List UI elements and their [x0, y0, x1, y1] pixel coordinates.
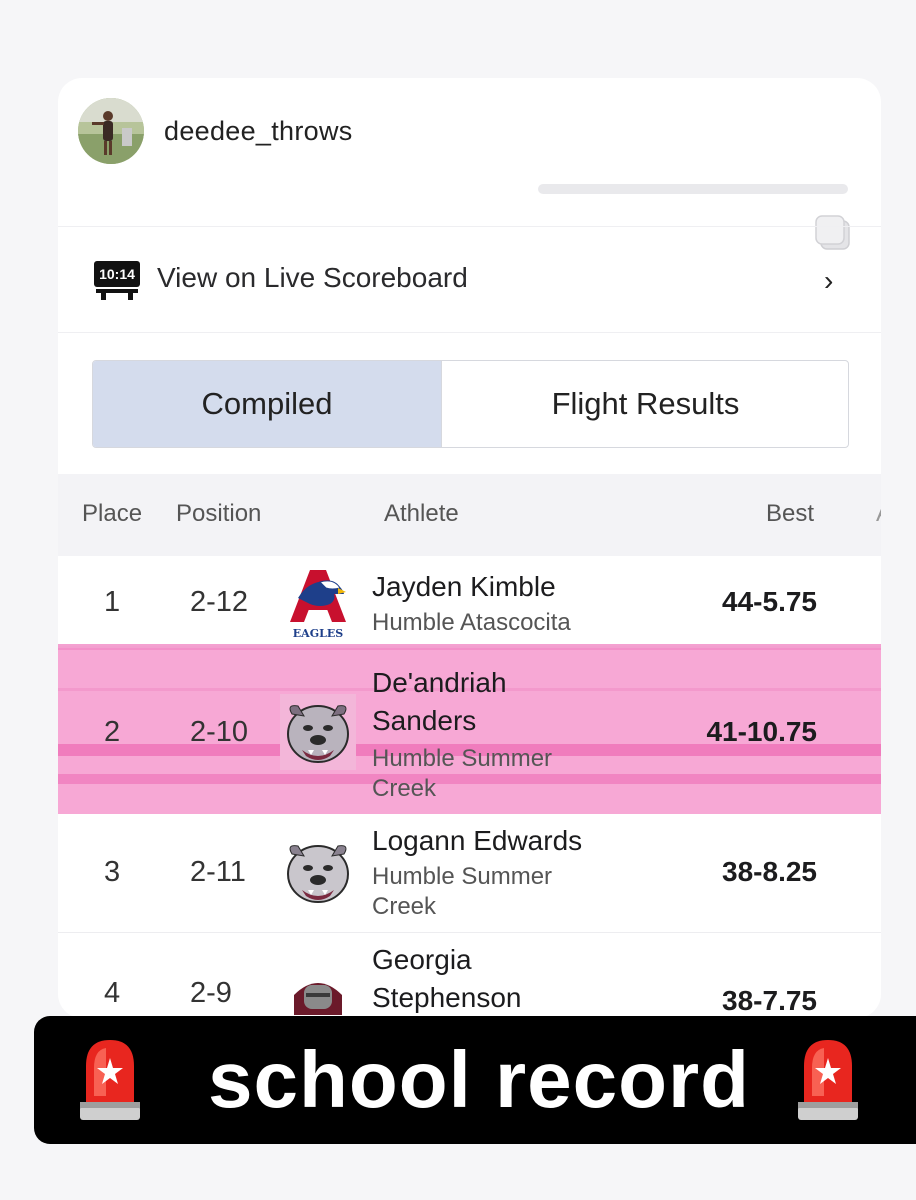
scoreboard-label: View on Live Scoreboard: [157, 262, 468, 293]
athlete-school: Humble Summer Creek: [372, 745, 553, 802]
athlete-best: 38-8.25: [722, 856, 817, 887]
post-header: deedee_throws: [58, 78, 881, 250]
row-position: 2-10: [190, 716, 249, 748]
scoreboard-clock-icon: 10:14: [94, 261, 140, 300]
table-row[interactable]: 4 2-9 Georgia Stephenson 38-7.75: [58, 932, 881, 1018]
school-record-banner: school record: [34, 1016, 916, 1144]
row-place: 1: [104, 586, 121, 618]
table-row[interactable]: 1 2-12 EAGLES Jayden Kimble Humble Atasc…: [58, 556, 881, 646]
bulldog-logo: [280, 694, 356, 770]
athlete-school: Humble Atascocita: [372, 609, 571, 636]
police-siren-emoji: [798, 1040, 858, 1120]
bulldog-logo: [280, 834, 356, 910]
row-position: 2-11: [190, 856, 246, 888]
header-best[interactable]: Best: [766, 500, 814, 528]
athlete-best: 41-10.75: [706, 716, 817, 747]
table-row[interactable]: 3 2-11 Logann Edwards Humble Summer Cree…: [58, 814, 881, 932]
header-place[interactable]: Place: [82, 500, 142, 528]
tab-flight-results[interactable]: Flight Results: [441, 361, 848, 447]
tab-compiled[interactable]: Compiled: [93, 361, 441, 447]
row-place: 3: [104, 856, 121, 888]
knight-logo: [280, 975, 356, 1018]
row-position: 2-12: [190, 586, 249, 618]
row-position: 2-9: [190, 977, 232, 1009]
atascocita-eagles-logo: EAGLES: [280, 564, 356, 640]
live-scoreboard-link[interactable]: 10:14 View on Live Scoreboard ›: [58, 226, 881, 333]
results-tabs: Compiled Flight Results: [92, 360, 849, 448]
svg-text:10:14: 10:14: [99, 266, 135, 282]
athlete-best: 44-5.75: [722, 586, 817, 617]
results-table: Place Position Athlete Best A 1 2-12 EAG…: [58, 474, 881, 1018]
header-athlete[interactable]: Athlete: [384, 500, 459, 528]
header-position[interactable]: Position: [176, 500, 261, 528]
table-row-highlighted[interactable]: 2 2-10 De'andriah Sanders Humble Summer …: [58, 644, 881, 814]
athlete-name[interactable]: Logann Edwards: [372, 822, 602, 860]
athlete-school: Humble Summer Creek: [372, 863, 553, 920]
athlete-name[interactable]: Jayden Kimble: [372, 568, 602, 606]
profile-photo-avatar[interactable]: [78, 98, 144, 164]
highlight-stroke: [58, 644, 881, 650]
athlete-name[interactable]: De'andriah Sanders: [372, 664, 602, 740]
chevron-right-icon: ›: [824, 265, 834, 296]
header-more[interactable]: A: [876, 500, 881, 528]
username[interactable]: deedee_throws: [164, 116, 353, 147]
svg-text:EAGLES: EAGLES: [293, 627, 343, 640]
athlete-best: 38-7.75: [722, 985, 817, 1016]
header-placeholder-bar: [538, 184, 848, 194]
row-place: 4: [104, 977, 121, 1009]
athlete-name[interactable]: Georgia Stephenson: [372, 941, 602, 1017]
police-siren-emoji: [80, 1040, 140, 1120]
banner-text: school record: [207, 1035, 751, 1124]
row-place: 2: [104, 716, 121, 748]
post-card: deedee_throws 10:14 View on Live Scorebo…: [58, 78, 881, 1018]
